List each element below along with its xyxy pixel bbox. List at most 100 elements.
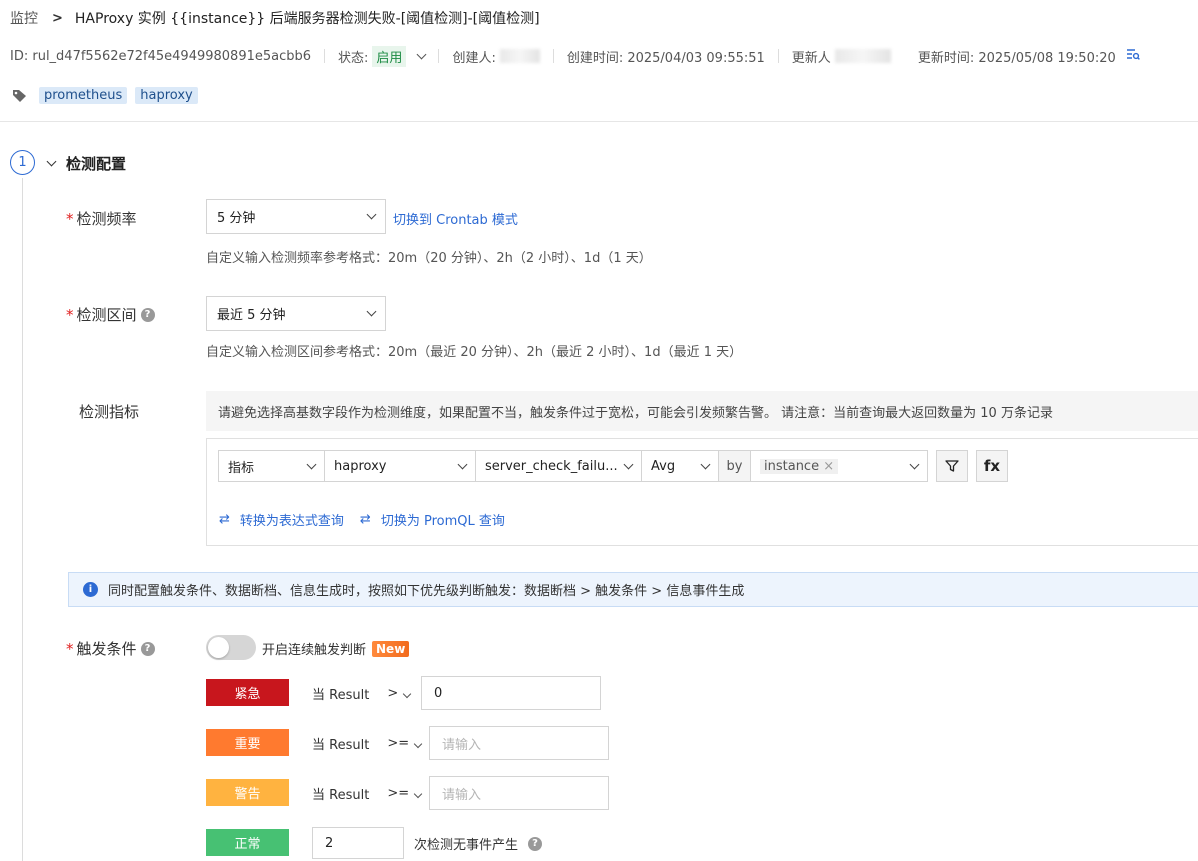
metric-warning: 请避免选择高基数字段作为检测维度，如果配置不当，触发条件过于宽松，可能会引发频繁… <box>206 391 1198 431</box>
trigger-label: * 触发条件 ? <box>66 638 155 659</box>
query-mode-links: ⇄ 转换为表达式查询 ⇄ 切换为 PromQL 查询 <box>219 510 521 529</box>
tag-icon <box>13 89 26 102</box>
aggregation-select[interactable]: Avg <box>641 450 719 482</box>
chevron-down-icon <box>402 689 412 699</box>
normal-suffix: 次检测无事件产生 ? <box>414 834 543 853</box>
updated-time: 更新时间: 2025/05/08 19:50:20 <box>917 50 1116 66</box>
aggregation-value: Avg <box>651 458 676 474</box>
interval-label-text: 检测区间 <box>76 306 137 324</box>
condition-warning: 当 Result >= <box>312 784 423 803</box>
chevron-down-icon <box>700 459 711 469</box>
by-label: by <box>718 450 751 482</box>
metric-label: 检测指标 <box>79 403 140 421</box>
priority-info-text: 同时配置触发条件、数据断档、信息生成时，按照如下优先级判断触发：数据断档 > 触… <box>108 584 745 599</box>
creator-label: 创建人: <box>452 50 496 66</box>
breadcrumb-separator-icon: > <box>52 10 63 26</box>
step-title: 检测配置 <box>66 155 127 173</box>
divider <box>438 49 440 63</box>
chevron-down-icon <box>909 459 920 469</box>
condition-critical: 当 Result > <box>312 684 412 703</box>
breadcrumb-root[interactable]: 监控 <box>10 8 38 28</box>
divider <box>0 121 1198 122</box>
required-marker: * <box>66 209 74 228</box>
step-line <box>22 178 23 861</box>
condition-field: 当 Result <box>312 738 370 753</box>
question-icon[interactable]: ? <box>140 307 155 322</box>
metric-field-value: server_check_failu... <box>485 458 618 474</box>
chevron-down-icon <box>623 459 634 469</box>
interval-hint: 自定义输入检测区间参考格式：20m（最近 20 分钟）、2h（最近 2 小时）、… <box>206 345 743 360</box>
chevron-down-icon <box>457 459 468 469</box>
tag-prometheus[interactable]: prometheus <box>39 87 128 104</box>
updater-label: 更新人 <box>791 50 831 66</box>
query-type-select[interactable]: 指标 <box>218 450 325 482</box>
status-badge[interactable]: 启用 <box>372 45 407 67</box>
operator-select[interactable]: > <box>387 686 412 701</box>
rule-id: ID: rul_d47f5562e72f45e4949980891e5acbb6 <box>10 48 312 64</box>
to-promql-link[interactable]: ⇄ 切换为 PromQL 查询 <box>360 510 505 529</box>
breadcrumb: 监控 > HAProxy 实例 {{instance}} 后端服务器检测失败-[… <box>10 8 540 28</box>
operator-select[interactable]: >= <box>387 786 423 801</box>
frequency-label-text: 检测频率 <box>76 210 137 228</box>
tag-haproxy[interactable]: haproxy <box>135 87 198 104</box>
threshold-input-warning[interactable]: 请输入 <box>429 776 609 810</box>
chevron-down-icon <box>413 739 423 749</box>
severity-warning: 警告 <box>206 779 289 806</box>
frequency-value: 5 分钟 <box>217 211 256 226</box>
step-number: 1 <box>10 150 35 175</box>
condition-field: 当 Result <box>312 788 370 803</box>
metric-query-box: 指标 haproxy server_check_failu... Avg by … <box>206 438 1198 546</box>
toggle-label: 开启连续触发判断 <box>262 643 367 658</box>
divider <box>777 49 779 63</box>
priority-info: i 同时配置触发条件、数据断档、信息生成时，按照如下优先级判断触发：数据断档 >… <box>68 572 1198 607</box>
operator-value: > <box>387 686 399 701</box>
interval-select[interactable]: 最近 5 分钟 <box>206 296 386 331</box>
condition-important: 当 Result >= <box>312 734 423 753</box>
frequency-select[interactable]: 5 分钟 <box>206 199 386 234</box>
filter-icon <box>945 460 959 472</box>
severity-normal: 正常 <box>206 829 289 856</box>
to-expression-text: 转换为表达式查询 <box>239 514 344 529</box>
chevron-down-icon <box>413 789 423 799</box>
new-badge: New <box>372 640 410 657</box>
close-icon[interactable]: × <box>823 459 834 474</box>
chevron-down-icon <box>366 209 377 220</box>
divider <box>552 49 554 63</box>
operator-select[interactable]: >= <box>387 736 423 751</box>
page-title: HAProxy 实例 {{instance}} 后端服务器检测失败-[阈值检测]… <box>74 11 540 27</box>
rule-meta: ID: rul_d47f5562e72f45e4949980891e5acbb6… <box>10 45 1140 67</box>
info-icon: i <box>83 582 98 597</box>
chevron-down-icon[interactable] <box>416 49 427 59</box>
threshold-input-important[interactable]: 请输入 <box>429 726 609 760</box>
to-expression-link[interactable]: ⇄ 转换为表达式查询 <box>219 510 344 529</box>
fx-button[interactable]: fx <box>976 450 1008 482</box>
continuous-trigger-toggle[interactable] <box>206 635 256 660</box>
list-search-icon[interactable] <box>1126 48 1140 64</box>
divider <box>324 49 326 63</box>
toggle-label-group: 开启连续触发判断 New <box>262 639 410 658</box>
query-type-value: 指标 <box>228 460 255 476</box>
updater-redacted <box>834 49 891 63</box>
filter-button[interactable] <box>936 450 968 482</box>
question-icon[interactable]: ? <box>528 836 543 851</box>
frequency-label: * 检测频率 <box>66 208 137 229</box>
interval-label: * 检测区间 ? <box>66 304 155 325</box>
switch-crontab-link[interactable]: 切换到 Crontab 模式 <box>393 209 518 228</box>
threshold-input-critical[interactable]: 0 <box>421 676 601 710</box>
question-icon[interactable]: ? <box>140 641 155 656</box>
metric-field-select[interactable]: server_check_failu... <box>475 450 642 482</box>
operator-value: >= <box>387 736 410 751</box>
status-label: 状态: <box>338 50 369 66</box>
severity-important: 重要 <box>206 729 289 756</box>
group-by-select[interactable]: instance × <box>750 450 928 482</box>
query-row: 指标 haproxy server_check_failu... Avg by … <box>218 450 1008 482</box>
chevron-down-icon[interactable] <box>46 156 57 167</box>
severity-critical: 紧急 <box>206 679 289 706</box>
normal-count-input[interactable]: 2 <box>312 827 404 859</box>
required-marker: * <box>66 639 74 658</box>
group-by-chip[interactable]: instance × <box>760 458 839 474</box>
frequency-hint: 自定义输入检测频率参考格式：20m（20 分钟）、2h（2 小时）、1d（1 天… <box>206 251 652 266</box>
metric-source-value: haproxy <box>334 458 387 474</box>
operator-value: >= <box>387 786 410 801</box>
metric-source-select[interactable]: haproxy <box>324 450 476 482</box>
